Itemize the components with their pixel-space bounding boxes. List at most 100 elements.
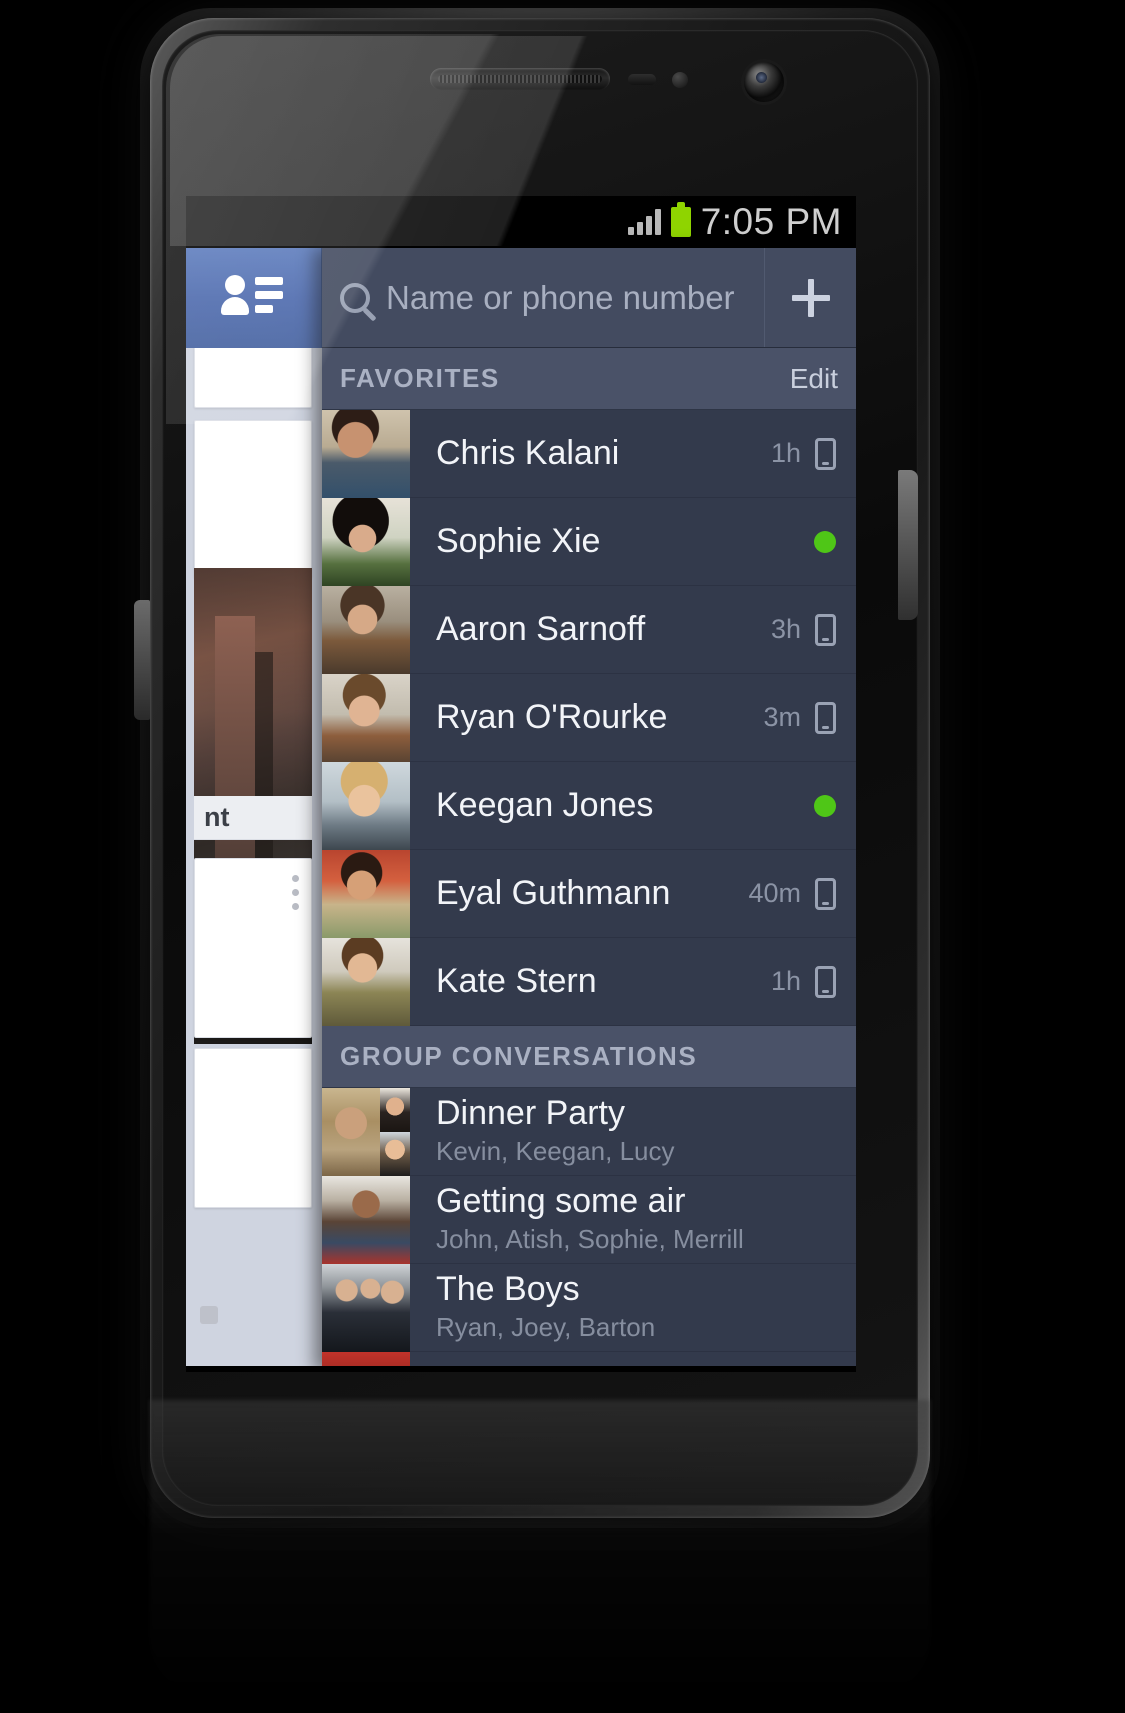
- favorites-edit-button[interactable]: Edit: [790, 363, 838, 395]
- front-camera: [744, 62, 784, 102]
- last-active-time: 3m: [763, 702, 801, 732]
- overflow-menu-icon[interactable]: [292, 875, 299, 910]
- search-placeholder: Name or phone number: [386, 278, 735, 316]
- groups-section-header: GROUP CONVERSATIONS: [322, 1026, 856, 1088]
- mobile-phone-icon: [815, 613, 836, 646]
- avatar: [322, 937, 410, 1026]
- group-avatar-cell: [380, 1087, 410, 1132]
- favorite-row-main: Eyal Guthmann: [410, 875, 748, 912]
- proximity-sensor: [628, 74, 656, 85]
- group-conversation-row[interactable]: Dinner Party Kevin, Keegan, Lucy: [322, 1087, 856, 1176]
- phone-screen: 7:05 PM nt Name or phone number FAVORITE…: [186, 196, 856, 1372]
- status-bar-clock: 7:05 PM: [700, 201, 842, 242]
- group-row-main: The Boys Ryan, Joey, Barton: [410, 1271, 856, 1344]
- group-row-main: Dinner Party Kevin, Keegan, Lucy: [410, 1095, 856, 1168]
- group-row-main: Getting some air John, Atish, Sophie, Mer…: [410, 1183, 856, 1256]
- favorite-row[interactable]: Chris Kalani 1h: [322, 409, 856, 498]
- contact-name: Chris Kalani: [436, 434, 620, 472]
- avatar: [322, 497, 410, 586]
- mobile-phone-icon: [815, 965, 836, 998]
- group-avatar: [322, 1175, 410, 1264]
- groups-title: GROUP CONVERSATIONS: [340, 1041, 698, 1071]
- online-status-dot: [814, 530, 836, 553]
- online-status-dot: [814, 794, 836, 817]
- contact-name: Aaron Sarnoff: [436, 610, 646, 648]
- mobile-phone-icon: [815, 877, 836, 910]
- favorite-row-main: Kate Stern: [410, 963, 771, 1000]
- contacts-panel: Name or phone number FAVORITES Edit Chri…: [322, 248, 856, 1372]
- group-members: John, Atish, Sophie, Merrill: [436, 1224, 744, 1255]
- group-avatar-cell: [380, 1131, 410, 1176]
- mobile-phone-icon: [815, 701, 836, 734]
- favorite-row-status: 3m: [763, 701, 856, 734]
- contacts-drawer-tab[interactable]: [186, 248, 322, 348]
- contact-name: Keegan Jones: [436, 786, 654, 824]
- add-contact-button[interactable]: [764, 248, 856, 347]
- group-conversation-row[interactable]: Getting some air John, Atish, Sophie, Mer…: [322, 1175, 856, 1264]
- favorite-row-status: [814, 794, 856, 817]
- group-name: Getting some air: [436, 1183, 686, 1221]
- favorites-list: Chris Kalani 1h Sophie Xie Aaron Sarnoff 3h R…: [322, 409, 856, 1026]
- signal-bars-icon: [627, 209, 661, 235]
- group-conversation-row[interactable]: The Boys Ryan, Joey, Barton: [322, 1263, 856, 1352]
- group-avatar: [322, 1263, 410, 1352]
- contact-name: Kate Stern: [436, 962, 597, 1000]
- favorite-row-main: Sophie Xie: [410, 523, 814, 560]
- favorite-row-status: [814, 530, 856, 553]
- group-conversations-list: Dinner Party Kevin, Keegan, Lucy Getting s…: [322, 1087, 856, 1372]
- power-button[interactable]: [898, 470, 918, 620]
- avatar: [322, 585, 410, 674]
- favorite-row-status: 1h: [770, 437, 856, 470]
- volume-button[interactable]: [134, 600, 150, 720]
- feed-friends-icon: [200, 1306, 218, 1324]
- group-name: The Boys: [436, 1271, 580, 1309]
- feed-card-text: nt: [194, 796, 312, 840]
- screen-bottom-edge: [186, 1366, 856, 1372]
- feed-card[interactable]: [194, 858, 312, 1038]
- contacts-list-icon: [220, 273, 285, 323]
- group-members: Kevin, Keegan, Lucy: [436, 1136, 675, 1167]
- favorite-row-status: 40m: [748, 877, 856, 910]
- group-avatar: [322, 1087, 410, 1176]
- avatar: [322, 761, 410, 850]
- favorite-row[interactable]: Keegan Jones: [322, 761, 856, 850]
- phone-reflection: [150, 1400, 930, 1700]
- contact-name: Eyal Guthmann: [436, 874, 671, 912]
- favorite-row[interactable]: Ryan O'Rourke 3m: [322, 673, 856, 762]
- favorite-row[interactable]: Aaron Sarnoff 3h: [322, 585, 856, 674]
- feed-card[interactable]: [194, 1048, 312, 1208]
- battery-full-icon: [670, 202, 691, 237]
- group-name: Dinner Party: [436, 1095, 625, 1133]
- favorite-row-main: Chris Kalani: [410, 435, 771, 472]
- favorite-row-main: Keegan Jones: [410, 787, 814, 824]
- favorite-row[interactable]: Sophie Xie: [322, 497, 856, 586]
- favorite-row-status: 3h: [770, 613, 856, 646]
- feed-card[interactable]: [194, 420, 312, 578]
- status-bar: 7:05 PM: [186, 196, 856, 248]
- phone-mockup: 7:05 PM nt Name or phone number FAVORITE…: [0, 0, 1125, 1713]
- avatar: [322, 673, 410, 762]
- favorite-row-status: 1h: [770, 965, 856, 998]
- group-members: Ryan, Joey, Barton: [436, 1312, 656, 1343]
- mobile-phone-icon: [815, 437, 836, 470]
- search-input[interactable]: Name or phone number: [322, 248, 764, 347]
- earpiece-speaker: [430, 68, 610, 90]
- avatar: [322, 849, 410, 938]
- last-active-time: 40m: [748, 878, 801, 908]
- light-sensor: [672, 72, 688, 88]
- contact-name: Ryan O'Rourke: [436, 698, 668, 736]
- favorite-row[interactable]: Eyal Guthmann 40m: [322, 849, 856, 938]
- favorite-row-main: Ryan O'Rourke: [410, 699, 763, 736]
- search-icon: [340, 282, 370, 313]
- last-active-time: 1h: [770, 966, 801, 996]
- last-active-time: 1h: [770, 438, 801, 468]
- favorites-section-header: FAVORITES Edit: [322, 348, 856, 410]
- search-bar: Name or phone number: [322, 248, 856, 348]
- last-active-time: 3h: [770, 614, 801, 644]
- favorites-title: FAVORITES: [340, 363, 500, 393]
- group-avatar-cell: [322, 1087, 380, 1176]
- favorite-row[interactable]: Kate Stern 1h: [322, 937, 856, 1026]
- plus-icon: [791, 278, 830, 317]
- favorite-row-main: Aaron Sarnoff: [410, 611, 771, 648]
- avatar: [322, 409, 410, 498]
